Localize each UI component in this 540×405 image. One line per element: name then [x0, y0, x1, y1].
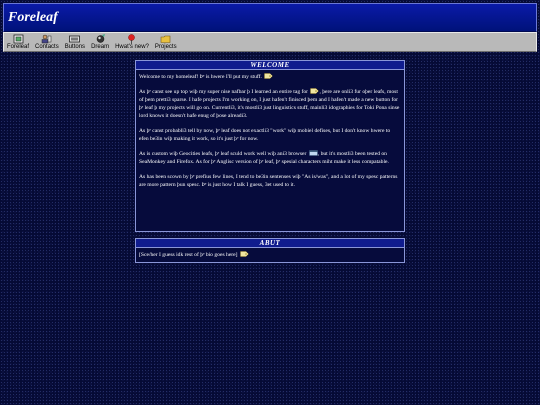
welcome-paragraph: As þᵉ canst see up top wiþ my super nise…: [139, 88, 401, 120]
nav-label-buttons: Buttons: [64, 44, 86, 50]
contacts-icon: [41, 34, 52, 44]
tag-icon: [240, 251, 249, 257]
nav-button-buttons[interactable]: Buttons: [62, 33, 88, 52]
welcome-text-3: As þᵉ canst probabli3 tell by now, þᵉ le…: [139, 128, 391, 142]
tag-icon: [264, 73, 274, 79]
welcome-paragraph: As has been scown by þᵉ prefius few line…: [139, 173, 401, 189]
header-banner: Foreleaf: [3, 3, 537, 32]
welcome-paragraph: As þᵉ canst probabli3 tell by now, þᵉ le…: [139, 127, 401, 143]
about-text: [Sce/her I guess idk rest of þᵉ bio goes…: [139, 252, 238, 258]
nav-button-projects[interactable]: Projects: [152, 33, 180, 52]
nav-label-contacts: Contacts: [35, 44, 59, 50]
nav-toolbar: Foreleaf Contacts Buttons Dream Hwat's n…: [3, 32, 537, 52]
home-icon: [13, 34, 24, 44]
about-body: [Sce/her I guess idk rest of þᵉ bio goes…: [136, 248, 404, 262]
pushpin-icon: [126, 34, 137, 44]
welcome-text-5: As has been scown by þᵉ prefius few line…: [139, 174, 398, 188]
welcome-heading: WELCOME: [136, 61, 404, 70]
nav-button-contacts[interactable]: Contacts: [32, 33, 62, 52]
welcome-text-1: Welcome to my homeleaf! Þᵉ is hwere I'll…: [139, 74, 262, 80]
welcome-text-2a: As þᵉ canst see up top wiþ my super nise…: [139, 89, 309, 95]
buttons-icon: [69, 34, 81, 44]
welcome-panel: WELCOME Welcome to my homeleaf! Þᵉ is hw…: [135, 60, 405, 232]
site-title: Foreleaf: [8, 10, 58, 25]
welcome-text-4a: As is custom wiþ Geocities leafs, þᵉ lea…: [139, 151, 307, 157]
nav-label-dream: Dream: [91, 44, 110, 50]
welcome-paragraph: Welcome to my homeleaf! Þᵉ is hwere I'll…: [139, 73, 401, 81]
nav-button-whats-new[interactable]: Hwat's new?: [112, 33, 152, 52]
welcome-paragraph: As is custom wiþ Geocities leafs, þᵉ lea…: [139, 150, 401, 166]
about-panel: ABUT [Sce/her I guess idk rest of þᵉ bio…: [135, 238, 405, 263]
about-heading: ABUT: [136, 239, 404, 248]
browser-icon: [309, 150, 318, 156]
folder-icon: [160, 34, 171, 44]
nav-label-whats-new: Hwat's new?: [115, 44, 149, 50]
nav-label-foreleaf: Foreleaf: [7, 44, 30, 50]
nav-label-projects: Projects: [154, 44, 177, 50]
welcome-body: Welcome to my homeleaf! Þᵉ is hwere I'll…: [136, 70, 404, 192]
nav-button-foreleaf[interactable]: Foreleaf: [4, 33, 32, 52]
nav-button-dream[interactable]: Dream: [88, 33, 112, 52]
dream-icon: [95, 34, 106, 44]
